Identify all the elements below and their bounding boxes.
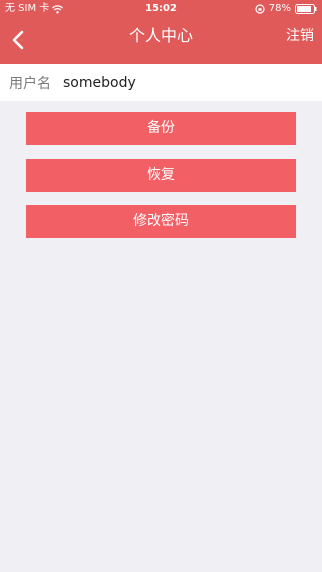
backup-button[interactable]: 备份 [26,112,296,145]
restore-button[interactable]: 恢复 [26,159,296,192]
back-button[interactable] [4,26,32,58]
header: 无 SIM 卡 15:02 78% 个人中心 注销 [0,0,322,64]
username-label: 用户名 [9,75,51,92]
battery-percent: 78% [268,3,291,14]
change-password-button[interactable]: 修改密码 [26,205,296,238]
rotation-lock-icon [255,4,265,14]
battery-icon [295,4,317,14]
username-value: somebody [63,74,136,91]
logout-button[interactable]: 注销 [286,20,314,52]
chevron-left-icon [12,30,24,54]
status-right: 78% [255,0,317,18]
username-row: 用户名 somebody [0,64,322,101]
nav-bar: 个人中心 注销 [0,20,322,64]
page-title: 个人中心 [128,26,193,45]
status-bar: 无 SIM 卡 15:02 78% [0,0,322,18]
